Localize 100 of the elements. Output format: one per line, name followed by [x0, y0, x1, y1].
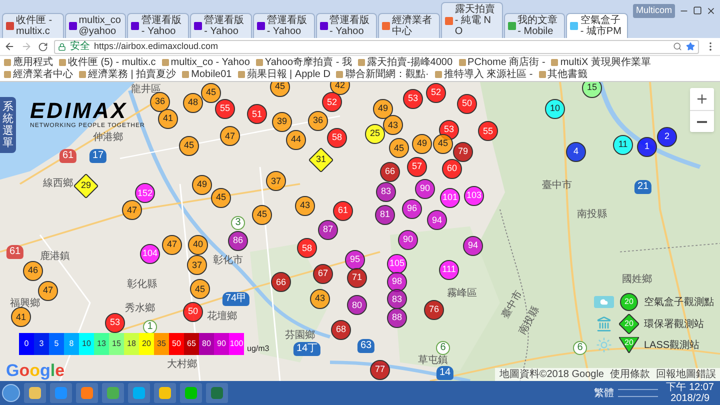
reload-icon[interactable]: [38, 42, 48, 52]
site-favicon: [508, 22, 516, 30]
input-language[interactable]: 繁體: [594, 386, 614, 400]
place-label: 草屯鎮: [418, 356, 448, 366]
legend-swatch: 10: [79, 333, 94, 355]
search-icon[interactable]: [673, 42, 682, 51]
place-label: 花壇鄉: [207, 312, 237, 322]
site-favicon: [382, 22, 390, 30]
bookmark-link[interactable]: multix_co - Yahoo: [162, 57, 250, 68]
site-favicon: [6, 22, 14, 30]
road-shield: 14: [436, 366, 454, 380]
close-icon[interactable]: [706, 6, 716, 16]
clock[interactable]: 下午 12:07 2018/2/9: [662, 382, 718, 404]
bookmark-link[interactable]: 聯合新聞網：觀點·: [336, 69, 429, 80]
taskbar-app-icon[interactable]: [76, 383, 98, 403]
map-link[interactable]: 使用條款: [610, 368, 650, 381]
browser-tab[interactable]: 我的文章 - Mobile: [504, 13, 566, 38]
place-label: 線西鄉: [43, 178, 73, 189]
map-link[interactable]: 回報地圖錯誤: [656, 368, 716, 381]
place-label: 芬園鄉: [285, 330, 315, 341]
key-label: LASS觀測站: [644, 338, 700, 352]
lock-icon: [58, 42, 66, 50]
bookmark-link[interactable]: 推特導入 來源社區 -: [434, 69, 533, 80]
bookmark-link[interactable]: Yahoo奇摩拍賣 - 我: [256, 57, 352, 68]
security-label: 安全: [70, 42, 90, 52]
building-icon: [596, 316, 612, 332]
bookmark-link[interactable]: multiX 黃現興作業單: [551, 57, 651, 68]
place-label: 彰化縣: [126, 280, 157, 290]
site-favicon: [194, 22, 202, 30]
place-label: 秀水鄉: [125, 304, 155, 314]
forward-icon[interactable]: [21, 41, 32, 52]
site-favicon: [68, 22, 77, 30]
legend-swatch: 90: [214, 333, 229, 355]
taskbar-app-icon[interactable]: [154, 383, 176, 403]
legend-swatch: 65: [184, 333, 199, 355]
site-favicon: [570, 22, 578, 30]
legend-swatch: 15: [109, 333, 124, 355]
station-marker[interactable]: 29: [74, 174, 98, 198]
unit-label: ug/m3: [247, 343, 270, 355]
legend-swatch: 5: [49, 333, 64, 355]
place-label: 南投縣: [577, 210, 607, 220]
bookmark-link[interactable]: 露天拍賣-揚峰4000: [358, 57, 453, 68]
browser-tab[interactable]: 露天拍賣 - 純電 NO: [440, 2, 503, 38]
browser-tab[interactable]: 收件匣 - multix.c: [2, 13, 64, 38]
browser-tab[interactable]: 營運看版 - Yahoo: [316, 13, 378, 38]
taskbar-app-icon[interactable]: [180, 383, 202, 403]
station-badge: 20: [619, 314, 639, 334]
site-favicon: [320, 22, 328, 30]
browser-tab[interactable]: multix_co@yahoo: [64, 13, 126, 38]
address-field[interactable]: 安全 https://airbox.edimaxcloud.com: [54, 40, 699, 54]
google-logo: Google: [6, 362, 65, 379]
legend-swatch: 80: [199, 333, 214, 355]
key-label: 環保署觀測站: [644, 318, 704, 332]
bookmark-link[interactable]: 經濟業務 | 拍賣夏沙: [79, 69, 176, 80]
bookmark-link[interactable]: PChome 商店街 -: [458, 57, 546, 68]
system-menu-button[interactable]: 系統選單: [0, 97, 16, 154]
taskbar-app-icon[interactable]: [128, 383, 150, 403]
start-button[interactable]: [2, 384, 20, 402]
back-icon[interactable]: [4, 41, 15, 52]
site-favicon: [444, 16, 453, 24]
legend-swatch: 35: [154, 333, 169, 355]
edimax-logo: EDIMAX: [30, 100, 128, 122]
legend-swatch: 8: [64, 333, 79, 355]
bookmark-link[interactable]: 收件匣 (5) - multix.c: [59, 57, 156, 68]
zoom-in-icon: [695, 92, 709, 106]
maximize-icon[interactable]: [693, 6, 702, 16]
site-favicon: [131, 22, 140, 30]
legend-swatch: 0: [19, 333, 34, 355]
key-label: 空氣盒子觀測點: [644, 296, 714, 310]
place-label: 臺中市: [542, 181, 572, 192]
place-label: 霧峰區: [447, 289, 477, 300]
map-data-credit: 地圖資料©2018 Google: [499, 368, 604, 381]
bookmark-link[interactable]: 其他書籤: [538, 69, 588, 80]
bookmark-link[interactable]: 經濟業者中心: [4, 69, 73, 80]
browser-tab[interactable]: 營運看版 - Yahoo: [190, 13, 252, 38]
station-badge: 20: [619, 337, 639, 353]
station-marker[interactable]: 31: [309, 148, 333, 172]
bookmark-link[interactable]: 應用程式: [4, 57, 53, 68]
browser-tab[interactable]: 營運看版 - Yahoo: [252, 13, 315, 38]
place-label: 福興鄉: [10, 298, 40, 309]
site-favicon: [256, 22, 265, 30]
legend-swatch: 100: [229, 333, 244, 355]
road-shield: 63: [357, 339, 375, 354]
bookmark-link[interactable]: Mobile01: [182, 69, 232, 80]
browser-tab[interactable]: 營運看版 - Yahoo: [127, 13, 190, 38]
legend-swatch: 50: [169, 333, 184, 355]
road-shield: 21: [634, 180, 652, 194]
url-text: https://airbox.edimaxcloud.com: [94, 42, 218, 51]
bookmark-link[interactable]: 蘋果日報 | Apple D: [238, 69, 330, 80]
place-label: 國姓鄉: [622, 274, 652, 285]
place-label: 大村鄉: [167, 360, 197, 370]
legend-swatch: 3: [34, 333, 49, 355]
legend-swatch: 13: [94, 333, 109, 355]
place-label: 彰化市: [213, 256, 243, 266]
browser-tab[interactable]: 空氣盒子 - 城市PM: [566, 13, 628, 38]
star-icon[interactable]: [686, 42, 695, 51]
legend-swatch: 20: [139, 333, 154, 355]
legend-swatch: 18: [124, 333, 139, 355]
taskbar-app-icon[interactable]: [24, 383, 46, 403]
browser-tab[interactable]: 經濟業者中心: [378, 13, 440, 38]
